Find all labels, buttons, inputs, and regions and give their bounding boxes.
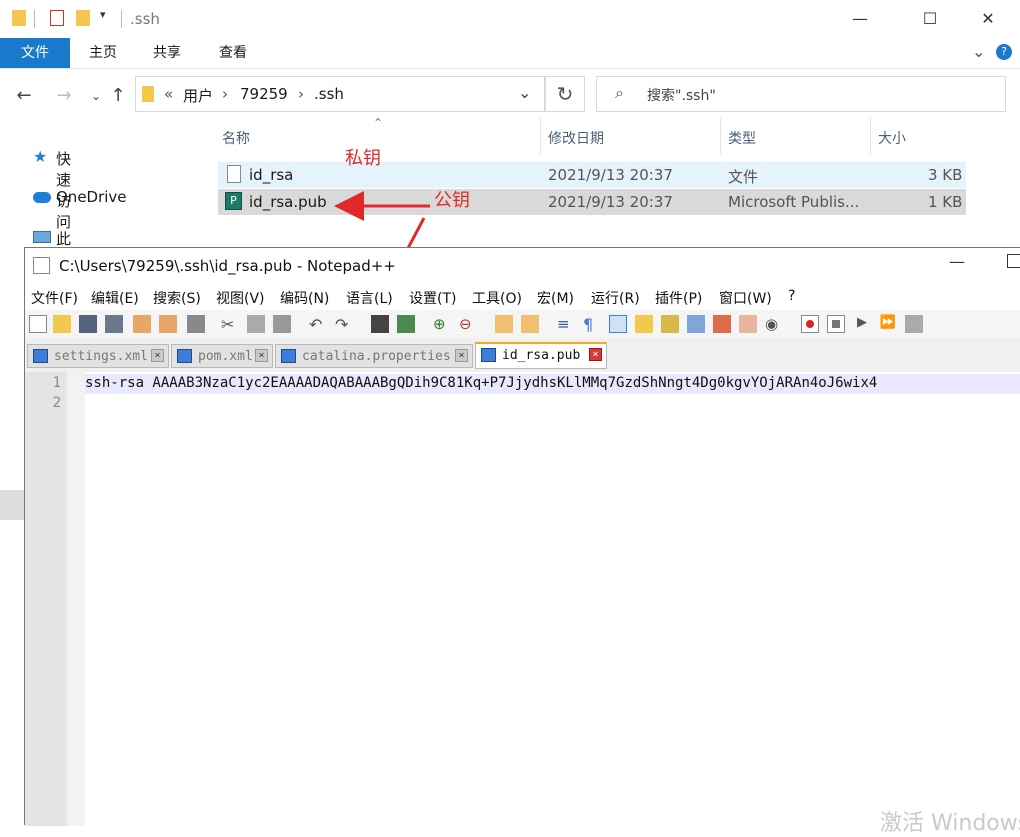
tab-catalina-properties[interactable]: catalina.properties × [275, 344, 473, 368]
close-tab-icon[interactable]: × [255, 349, 268, 362]
paste-icon[interactable] [273, 315, 291, 333]
menu-edit[interactable]: 编辑(E) [91, 288, 139, 308]
function-list-icon[interactable] [713, 315, 731, 333]
notepad-tab-bar: settings.xml × pom.xml × catalina.proper… [25, 342, 1020, 370]
fold-margin [67, 372, 85, 826]
close-tab-icon[interactable]: × [455, 349, 468, 362]
save-icon[interactable] [79, 315, 97, 333]
line-number-gutter: 1 2 [25, 372, 67, 826]
menu-view[interactable]: 视图(V) [216, 288, 265, 308]
new-file-icon[interactable] [29, 315, 47, 333]
close-file-icon[interactable] [133, 315, 151, 333]
redo-icon[interactable]: ↷ [335, 315, 353, 334]
show-all-characters-icon[interactable]: ¶ [583, 315, 601, 334]
menu-encoding[interactable]: 编码(N) [280, 288, 329, 308]
notepad-plus-plus-window: C:\Users\79259\.ssh\id_rsa.pub - Notepad… [24, 247, 1020, 826]
stop-macro-icon[interactable] [827, 315, 845, 333]
notepad-window-title: C:\Users\79259\.ssh\id_rsa.pub - Notepad… [59, 257, 396, 275]
document-list-icon[interactable] [687, 315, 705, 333]
current-line-highlight: ssh-rsa AAAAB3NzaC1yc2EAAAADAQABAAABgQDi… [85, 374, 1020, 394]
zoom-out-icon[interactable]: ⊖ [459, 315, 477, 333]
menu-tools[interactable]: 工具(O) [472, 288, 522, 308]
minimize-button[interactable]: — [949, 252, 965, 271]
menu-settings[interactable]: 设置(T) [409, 288, 456, 308]
menu-help[interactable]: ? [788, 288, 795, 304]
text-editor[interactable]: 1 2 ssh-rsa AAAAB3NzaC1yc2EAAAADAQABAAAB… [25, 372, 1020, 826]
tab-label: id_rsa.pub [502, 348, 581, 363]
indent-guide-icon[interactable] [609, 315, 627, 333]
save-macro-icon[interactable] [905, 315, 923, 333]
document-map-icon[interactable] [661, 315, 679, 333]
user-language-icon[interactable] [635, 315, 653, 333]
menu-plugins[interactable]: 插件(P) [655, 288, 702, 308]
folder-as-workspace-icon[interactable] [739, 315, 757, 333]
menu-language[interactable]: 语言(L) [346, 288, 393, 308]
record-macro-icon[interactable] [801, 315, 819, 333]
saved-file-icon [281, 349, 296, 363]
save-all-icon[interactable] [105, 315, 123, 333]
saved-file-icon [177, 349, 192, 363]
sync-vertical-icon[interactable] [495, 315, 513, 333]
menu-window[interactable]: 窗口(W) [719, 288, 772, 308]
close-tab-icon[interactable]: × [589, 348, 602, 361]
tab-label: catalina.properties [302, 349, 451, 364]
tab-settings-xml[interactable]: settings.xml × [27, 344, 169, 368]
open-file-icon[interactable] [53, 315, 71, 333]
tab-id-rsa-pub[interactable]: id_rsa.pub × [475, 342, 607, 369]
notepad-app-icon [33, 257, 50, 274]
undo-icon[interactable]: ↶ [309, 315, 327, 334]
notepad-titlebar: C:\Users\79259\.ssh\id_rsa.pub - Notepad… [25, 248, 1020, 284]
menu-macro[interactable]: 宏(M) [537, 288, 574, 308]
menu-search[interactable]: 搜索(S) [153, 288, 201, 308]
find-icon[interactable] [371, 315, 389, 333]
word-wrap-icon[interactable]: ≡ [557, 315, 575, 333]
monitoring-icon[interactable]: ◉ [765, 315, 783, 333]
tab-label: settings.xml [54, 349, 148, 364]
menu-run[interactable]: 运行(R) [591, 288, 640, 308]
notepad-toolbar: ✂ ↶ ↷ ⊕ ⊖ ≡ ¶ ◉ ▶ ⏩ [25, 310, 1020, 338]
print-icon[interactable] [187, 315, 205, 333]
notepad-menubar: 文件(F) 编辑(E) 搜索(S) 视图(V) 编码(N) 语言(L) 设置(T… [25, 284, 1020, 310]
tab-label: pom.xml [198, 349, 253, 364]
cut-icon[interactable]: ✂ [221, 315, 239, 334]
maximize-button[interactable] [1007, 254, 1020, 268]
close-all-icon[interactable] [159, 315, 177, 333]
replace-icon[interactable] [397, 315, 415, 333]
saved-file-icon [33, 349, 48, 363]
line-number: 2 [52, 395, 61, 411]
tab-pom-xml[interactable]: pom.xml × [171, 344, 273, 368]
zoom-in-icon[interactable]: ⊕ [433, 315, 451, 333]
line-number: 1 [52, 375, 61, 391]
code-line[interactable]: ssh-rsa AAAAB3NzaC1yc2EAAAADAQABAAABgQDi… [85, 375, 877, 391]
saved-file-icon [481, 348, 496, 362]
copy-icon[interactable] [247, 315, 265, 333]
play-macro-icon[interactable]: ▶ [853, 315, 871, 333]
close-tab-icon[interactable]: × [151, 349, 164, 362]
sync-horizontal-icon[interactable] [521, 315, 539, 333]
menu-file[interactable]: 文件(F) [31, 288, 78, 308]
activation-watermark: 激活 Windows [880, 811, 1020, 836]
run-macro-multiple-icon[interactable]: ⏩ [879, 315, 897, 333]
